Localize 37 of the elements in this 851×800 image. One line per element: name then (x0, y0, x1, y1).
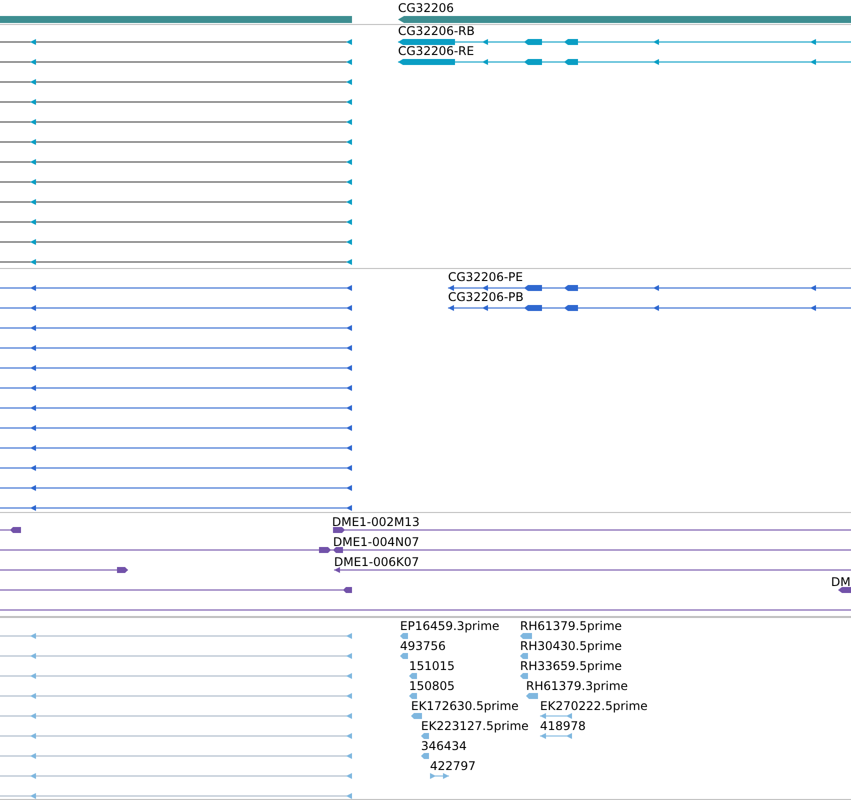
est-feature-drawing (411, 713, 422, 719)
feature-label: RH33659.5prime (520, 659, 622, 673)
feature-label: 150805 (409, 679, 455, 693)
feature-label: DME1-006K07 (334, 555, 420, 569)
est-feature-drawing (520, 633, 532, 639)
feature-label: 151015 (409, 659, 455, 673)
feature-label: DM (831, 575, 851, 589)
feature-label: CG32206-RE (398, 44, 474, 58)
est-feature-drawing (409, 693, 417, 699)
feature-label: EK270222.5prime (540, 699, 648, 713)
est-feature-drawing (430, 773, 450, 779)
feature-label: EK223127.5prime (421, 719, 529, 733)
feature-label: DME1-002M13 (332, 515, 420, 529)
feature-label: 418978 (540, 719, 586, 733)
est-feature-drawing (421, 753, 429, 759)
est-feature-drawing (520, 653, 528, 659)
feature-label: CG32206-PB (448, 290, 524, 304)
est-feature-drawing (421, 733, 429, 739)
est-feature-drawing (526, 693, 538, 699)
feature-label: 422797 (430, 759, 476, 773)
feature-label: CG32206-RB (398, 24, 475, 38)
feature-label: CG32206 (398, 1, 454, 15)
feature-label: CG32206-PE (448, 270, 523, 284)
est-feature-drawing (409, 673, 417, 679)
est-feature-drawing (540, 713, 572, 719)
est-feature-drawing (400, 633, 408, 639)
feature-label: RH61379.5prime (520, 619, 622, 633)
feature-label: DME1-004N07 (333, 535, 420, 549)
feature-label: RH30430.5prime (520, 639, 622, 653)
est-feature-drawing (400, 653, 408, 659)
feature-label: 493756 (400, 639, 446, 653)
est-feature-drawing (540, 733, 572, 739)
est-feature-drawing (520, 673, 528, 679)
feature-label: RH61379.3prime (526, 679, 628, 693)
feature-label: EP16459.3prime (400, 619, 500, 633)
feature-label: 346434 (421, 739, 467, 753)
feature-label: EK172630.5prime (411, 699, 519, 713)
